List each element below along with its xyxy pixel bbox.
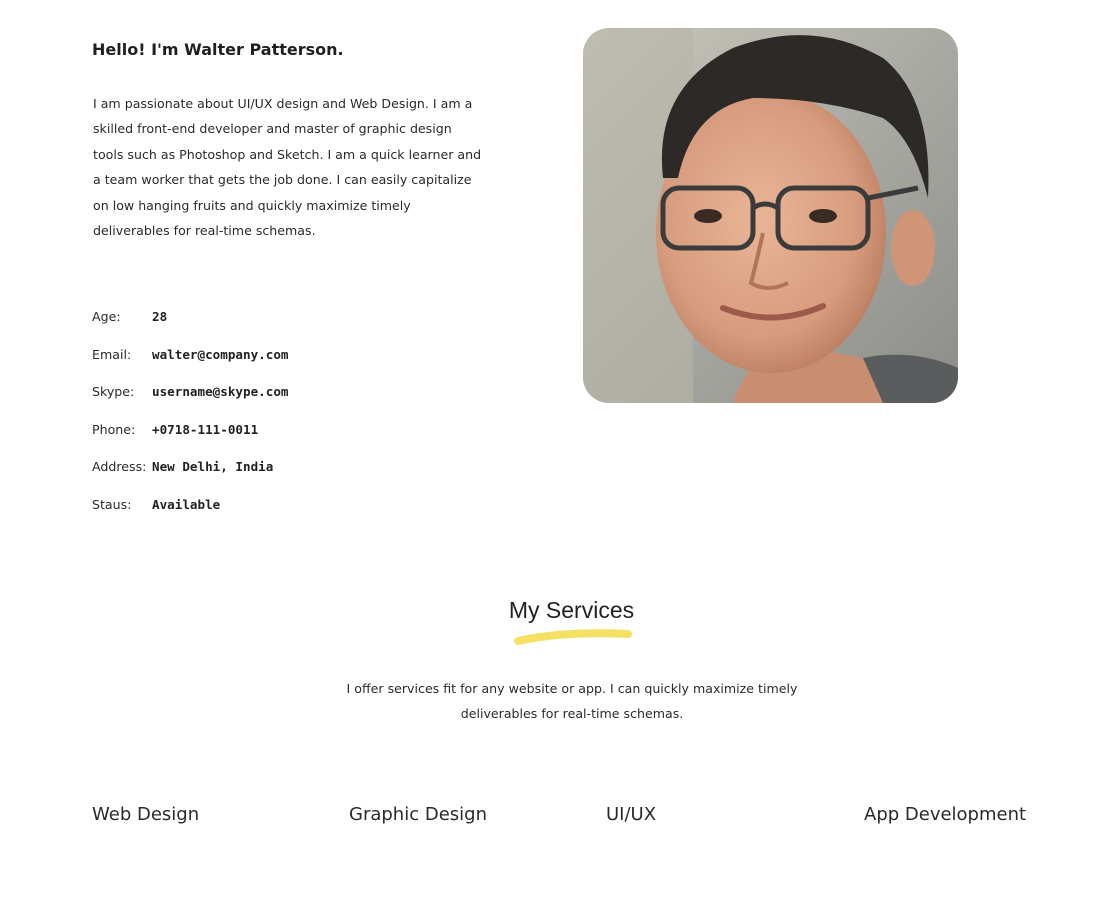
info-row-email: Email: walter@company.com (92, 344, 288, 364)
info-value: 28 (152, 308, 168, 324)
info-label: Address: (92, 458, 147, 474)
service-web-design: Web Design (92, 804, 200, 825)
info-value: Available (152, 496, 221, 512)
bio-paragraph: I am passionate about UI/UX design and W… (93, 96, 482, 239)
info-label: Skype: (92, 383, 135, 399)
title-underline-decoration (514, 629, 632, 645)
service-app-development: App Development (864, 804, 1027, 825)
info-label: Email: (92, 346, 132, 362)
info-row-skype: Skype: username@skype.com (92, 381, 288, 401)
profile-photo (583, 28, 958, 403)
service-graphic-design: Graphic Design (349, 804, 487, 825)
info-row-status: Staus: Available (92, 494, 220, 514)
info-value: username@skype.com (152, 383, 289, 399)
intro-heading: Hello! I'm Walter Patterson. (92, 40, 344, 59)
services-heading: My Services (508, 597, 635, 623)
info-label: Staus: (92, 496, 132, 512)
info-value: walter@company.com (152, 346, 289, 362)
info-value: +0718-111-0011 (152, 421, 259, 437)
info-row-address: Address: New Delhi, India (92, 456, 273, 476)
info-row-phone: Phone: +0718-111-0011 (92, 419, 258, 439)
info-value: New Delhi, India (152, 458, 274, 474)
info-row-age: Age: 28 (92, 306, 167, 326)
services-description: I offer services fit for any website or … (346, 681, 798, 721)
info-label: Phone: (92, 421, 136, 437)
service-ui-ux: UI/UX (606, 804, 657, 825)
info-label: Age: (92, 308, 121, 324)
